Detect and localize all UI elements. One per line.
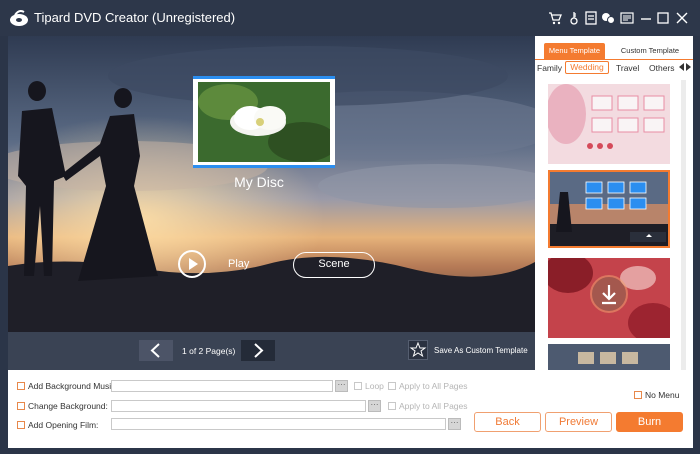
tab-custom-template[interactable]: Custom Template	[615, 43, 685, 59]
opening-film-field[interactable]	[111, 418, 446, 430]
category-travel[interactable]: Travel	[616, 63, 639, 73]
template-thumbnail-wedding-selected[interactable]	[548, 170, 670, 248]
save-custom-template-button[interactable]: Save As Custom Template	[408, 339, 530, 361]
disc-thumbnail-frame[interactable]	[193, 76, 335, 168]
chevron-left-icon	[150, 343, 160, 358]
category-family[interactable]: Family	[537, 63, 562, 73]
bg-music-label: Add Background Music:	[28, 381, 118, 391]
no-menu-checkbox[interactable]	[634, 391, 642, 399]
chevron-right-icon[interactable]	[686, 63, 692, 71]
change-bg-label: Change Background:	[28, 401, 108, 411]
app-logo-icon	[10, 10, 28, 26]
template-sidebar: Menu Template Custom Template Family Wed…	[535, 36, 693, 370]
next-page-button[interactable]	[241, 340, 275, 361]
cart-icon[interactable]	[548, 11, 562, 25]
change-bg-field[interactable]	[111, 400, 366, 412]
page-indicator: 1 of 2 Page(s)	[182, 346, 236, 356]
preview-button[interactable]: Preview	[545, 412, 612, 432]
apply-all-bg-label: Apply to All Pages	[399, 401, 468, 411]
window-title: Tipard DVD Creator (Unregistered)	[34, 10, 236, 25]
menu-icon[interactable]	[620, 11, 634, 25]
app-window: Tipard DVD Creator (Unregistered) My Dis…	[0, 0, 700, 454]
opening-film-label: Add Opening Film:	[28, 420, 99, 430]
play-label[interactable]: Play	[228, 258, 249, 270]
play-button[interactable]	[178, 250, 206, 278]
tab-menu-template[interactable]: Menu Template	[544, 43, 605, 59]
flower-image	[198, 82, 330, 162]
opening-film-browse-button[interactable]: ···	[448, 418, 461, 430]
prev-page-button[interactable]	[139, 340, 173, 361]
no-menu-label: No Menu	[645, 390, 680, 400]
tab-underline	[535, 59, 693, 60]
loop-label: Loop	[365, 381, 384, 391]
template-partial-image	[548, 344, 670, 370]
category-others[interactable]: Others	[649, 63, 675, 73]
change-bg-checkbox[interactable]	[17, 402, 25, 410]
bg-music-browse-button[interactable]: ···	[335, 380, 348, 392]
chat-icon[interactable]	[601, 11, 615, 25]
star-icon	[408, 340, 428, 360]
menu-preview: My Disc Play Scene	[8, 36, 535, 332]
apply-all-music-checkbox[interactable]	[388, 382, 396, 390]
burn-button[interactable]: Burn	[616, 412, 683, 432]
scene-button[interactable]: Scene	[293, 252, 375, 278]
play-icon	[189, 258, 198, 270]
back-button[interactable]: Back	[474, 412, 541, 432]
bg-music-field[interactable]	[111, 380, 333, 392]
template-scrollbar[interactable]	[681, 80, 686, 370]
key-icon[interactable]	[567, 11, 581, 25]
template-thumbnail-partial[interactable]	[548, 344, 670, 370]
bg-music-checkbox[interactable]	[17, 382, 25, 390]
disc-title[interactable]: My Disc	[208, 174, 310, 190]
template-pink-image	[548, 84, 670, 164]
document-icon[interactable]	[584, 11, 598, 25]
title-bar: Tipard DVD Creator (Unregistered)	[0, 0, 700, 36]
apply-all-bg-checkbox[interactable]	[388, 402, 396, 410]
save-custom-template-label: Save As Custom Template	[434, 346, 528, 355]
loop-checkbox[interactable]	[354, 382, 362, 390]
chevron-left-icon[interactable]	[679, 63, 685, 71]
options-panel: Add Background Music: ··· Loop Apply to …	[8, 370, 693, 448]
close-icon[interactable]	[675, 11, 689, 25]
category-wedding[interactable]: Wedding	[565, 61, 609, 74]
change-bg-browse-button[interactable]: ···	[368, 400, 381, 412]
apply-all-music-label: Apply to All Pages	[399, 381, 468, 391]
template-thumbnail-roses[interactable]	[548, 258, 670, 338]
minimize-icon[interactable]	[639, 11, 653, 25]
page-navigation-bar: 1 of 2 Page(s) Save As Custom Template	[8, 332, 535, 370]
download-icon[interactable]	[594, 279, 624, 309]
template-wedding-image	[550, 172, 668, 246]
template-thumbnail-pink[interactable]	[548, 84, 670, 164]
chevron-right-icon	[254, 343, 264, 358]
opening-film-checkbox[interactable]	[17, 421, 25, 429]
maximize-icon[interactable]	[656, 11, 670, 25]
